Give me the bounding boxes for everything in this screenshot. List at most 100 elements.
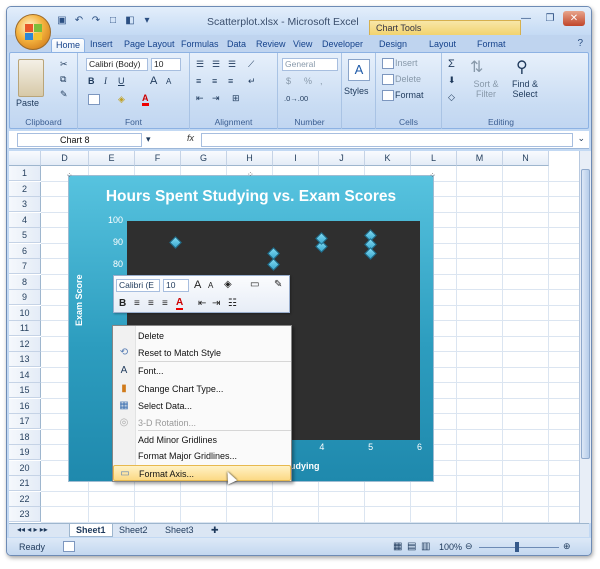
row-header-11[interactable]: 11	[9, 321, 41, 336]
undo-icon[interactable]: ↶	[72, 14, 86, 27]
resize-handle-top[interactable]: ⁘	[247, 170, 254, 179]
sheet-tab-1[interactable]: Sheet1	[69, 524, 113, 537]
align-bottom-icon[interactable]: ☰	[228, 59, 236, 70]
paste-icon[interactable]	[18, 59, 44, 97]
column-header-d[interactable]: D	[41, 151, 89, 166]
copy-icon[interactable]: ⧉	[60, 74, 66, 85]
find-binoculars-icon[interactable]: ⚲	[516, 57, 528, 77]
redo-icon[interactable]: ↷	[89, 14, 103, 27]
row-header-10[interactable]: 10	[9, 305, 41, 321]
font-name-combo[interactable]: Calibri (Body)	[86, 58, 148, 71]
cut-icon[interactable]: ✂	[60, 59, 68, 70]
column-header-k[interactable]: K	[365, 151, 411, 166]
tab-formulas[interactable]: Formulas	[177, 38, 223, 52]
column-header-n[interactable]: N	[503, 151, 549, 166]
menu-item-font[interactable]: A Font...	[113, 363, 291, 379]
row-header-2[interactable]: 2	[9, 181, 41, 197]
column-header-l[interactable]: L	[411, 151, 457, 166]
help-icon[interactable]: ?	[577, 38, 583, 49]
mini-bullets-icon[interactable]: ☷	[228, 298, 237, 309]
row-header-12[interactable]: 12	[9, 336, 41, 352]
zoom-slider-thumb[interactable]	[515, 542, 519, 552]
column-header-f[interactable]: F	[135, 151, 181, 166]
save-icon[interactable]: ▣	[55, 14, 69, 27]
autosum-button[interactable]: Σ	[448, 58, 455, 70]
paste-button[interactable]: Paste	[16, 98, 39, 108]
shrink-font-button[interactable]: A	[166, 77, 171, 86]
mini-size-combo[interactable]: 10	[163, 279, 189, 292]
align-left-icon[interactable]: ≡	[196, 76, 201, 86]
mini-font-color-icon[interactable]: A	[176, 297, 184, 310]
formula-input[interactable]	[201, 133, 573, 147]
find-select-button[interactable]: Find & Select	[508, 79, 542, 99]
row-header-8[interactable]: 8	[9, 274, 41, 290]
merge-center-icon[interactable]: ⊞	[232, 93, 240, 104]
currency-button[interactable]: $	[286, 76, 291, 86]
tab-review[interactable]: Review	[252, 38, 290, 52]
insert-cells-button[interactable]: Insert	[382, 58, 418, 70]
chart-title[interactable]: Hours Spent Studying vs. Exam Scores	[69, 188, 433, 206]
decrease-indent-icon[interactable]: ⇤	[196, 93, 204, 104]
close-icon[interactable]: ✕	[563, 11, 585, 26]
zoom-out-icon[interactable]: ⊖	[465, 541, 473, 552]
mini-font-combo[interactable]: Calibri (E	[116, 279, 160, 292]
font-color-icon[interactable]: A	[142, 93, 149, 106]
fill-color-icon[interactable]: ◈	[118, 94, 125, 105]
clear-icon[interactable]: ◇	[448, 92, 455, 103]
row-header-3[interactable]: 3	[9, 197, 41, 212]
align-middle-icon[interactable]: ☰	[212, 59, 220, 70]
tab-design[interactable]: Design	[375, 38, 411, 52]
insert-function-button[interactable]: fx	[187, 133, 194, 143]
tab-layout[interactable]: Layout	[425, 38, 460, 52]
increase-decimal-icon[interactable]: .0→.00	[284, 94, 308, 103]
tab-format[interactable]: Format	[473, 38, 510, 52]
format-painter-icon[interactable]: ✎	[60, 89, 68, 100]
mini-align-right-icon[interactable]: ≡	[162, 298, 168, 309]
increase-indent-icon[interactable]: ⇥	[212, 93, 220, 104]
sheet-tab-3[interactable]: Sheet3	[159, 524, 200, 537]
mini-align-left-icon[interactable]: ≡	[134, 298, 140, 309]
column-header-m[interactable]: M	[457, 151, 503, 166]
align-right-icon[interactable]: ≡	[228, 76, 233, 86]
row-header-23[interactable]: 23	[9, 507, 41, 522]
row-header-21[interactable]: 21	[9, 476, 41, 491]
row-header-19[interactable]: 19	[9, 445, 41, 460]
mini-shrink-font-icon[interactable]: A	[208, 281, 213, 290]
delete-cells-button[interactable]: Delete	[382, 74, 421, 86]
view-page-break-icon[interactable]: ▥	[421, 541, 430, 552]
align-top-icon[interactable]: ☰	[196, 59, 204, 70]
row-header-22[interactable]: 22	[9, 491, 41, 507]
x-axis-title[interactable]: udying	[290, 461, 320, 471]
sheet-tab-2[interactable]: Sheet2	[113, 524, 154, 537]
sheet-nav-icon[interactable]: ◂◂ ◂ ▸ ▸▸	[17, 525, 48, 534]
grow-font-button[interactable]: A	[150, 75, 157, 87]
menu-item-select-data[interactable]: ▦ Select Data...	[113, 398, 291, 414]
view-page-layout-icon[interactable]: ▤	[407, 541, 416, 552]
mini-bold-icon[interactable]: B	[119, 298, 126, 309]
row-header-20[interactable]: 20	[9, 460, 41, 476]
row-header-13[interactable]: 13	[9, 352, 41, 367]
insert-sheet-icon[interactable]: ✚	[205, 524, 225, 537]
expand-formula-icon[interactable]: ⌄	[577, 133, 585, 144]
row-header-15[interactable]: 15	[9, 383, 41, 398]
mini-increase-indent-icon[interactable]: ⇥	[212, 298, 220, 309]
borders-icon[interactable]	[88, 94, 101, 106]
row-header-9[interactable]: 9	[9, 290, 41, 305]
comma-button[interactable]: ,	[320, 76, 323, 86]
percent-button[interactable]: %	[304, 76, 312, 86]
tab-home[interactable]: Home	[51, 38, 86, 52]
resize-handle-tl[interactable]: ⁘	[66, 171, 73, 180]
column-header-h[interactable]: H	[227, 151, 273, 166]
tab-page-layout[interactable]: Page Layout	[120, 38, 179, 52]
sort-filter-button[interactable]: Sort & Filter	[468, 79, 504, 99]
column-header-i[interactable]: I	[273, 151, 319, 166]
format-cells-button[interactable]: Format	[382, 90, 424, 102]
font-size-combo[interactable]: 10	[151, 58, 181, 71]
scroll-thumb[interactable]	[581, 169, 590, 459]
fill-icon[interactable]: ⬇	[448, 75, 456, 86]
row-header-4[interactable]: 4	[9, 212, 41, 228]
view-normal-icon[interactable]: ▦	[393, 541, 402, 552]
number-format-combo[interactable]: General	[282, 58, 338, 71]
mini-format-painter-icon[interactable]: ✎	[274, 279, 282, 290]
row-header-1[interactable]: 1	[9, 166, 41, 181]
